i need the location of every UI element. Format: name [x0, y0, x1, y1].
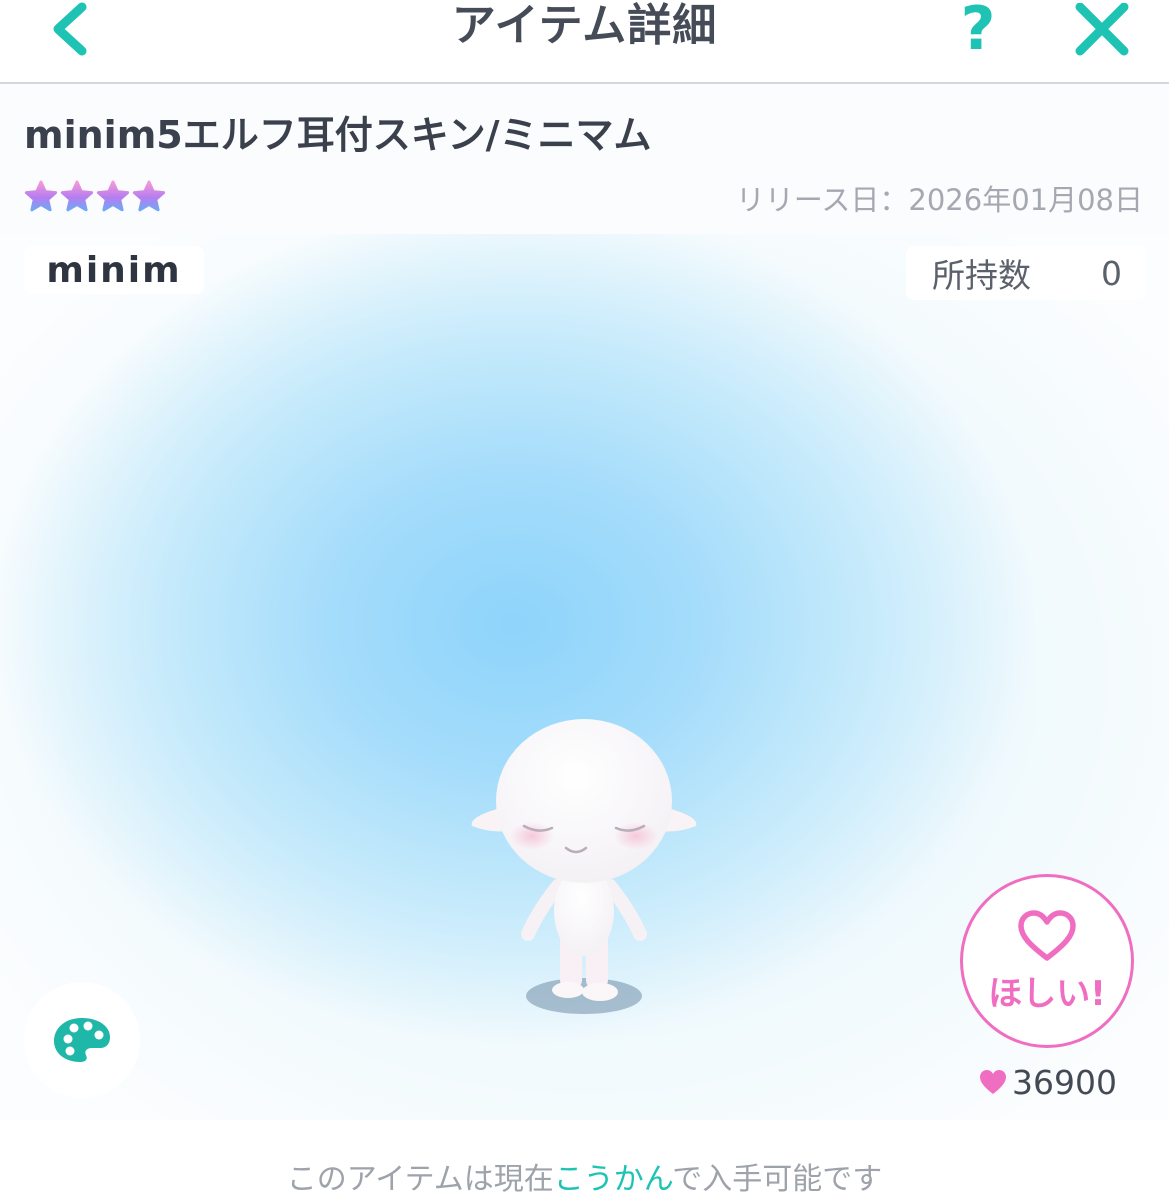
- availability-suffix: で入手可能です: [672, 1162, 883, 1197]
- item-name: minim5エルフ耳付スキン/ミニマム: [24, 113, 652, 157]
- top-bar: アイテム詳細 ?: [0, 0, 1169, 84]
- avatar-preview: [471, 719, 697, 1014]
- wish-button-label: ほしい!: [988, 973, 1106, 1014]
- rarity-stars: [24, 180, 166, 216]
- availability-message: このアイテムは現在こうかんで入手可能です: [0, 1154, 1169, 1198]
- star-icon: [132, 180, 166, 212]
- item-preview-stage: minim 所持数 0 ほしい! 36900: [0, 234, 1169, 1120]
- palette-icon: [54, 1018, 110, 1062]
- star-icon: [24, 180, 58, 212]
- availability-footer: このアイテムは現在こうかんで入手可能です: [0, 1120, 1169, 1197]
- owned-count-box: 所持数 0: [906, 246, 1146, 300]
- item-info: minim5エルフ耳付スキン/ミニマム リリース日：2026年01月08日: [0, 84, 1169, 234]
- release-date: リリース日：2026年01月08日: [735, 183, 1143, 217]
- wish-count: 36900: [978, 1062, 1117, 1102]
- heart-icon: [980, 1070, 1006, 1094]
- close-icon: [1075, 3, 1129, 56]
- availability-prefix: このアイテムは現在: [286, 1162, 554, 1197]
- help-button[interactable]: ?: [950, 0, 1006, 62]
- owned-count: 0: [1101, 253, 1122, 293]
- star-icon: [96, 180, 130, 212]
- wish-button[interactable]: ほしい!: [960, 874, 1134, 1048]
- wish-count-value: 36900: [1012, 1062, 1117, 1102]
- heart-outline-icon: [1018, 909, 1076, 961]
- color-palette-button[interactable]: [24, 982, 140, 1098]
- close-button[interactable]: [1070, 0, 1134, 62]
- star-icon: [60, 180, 94, 212]
- brand-badge: minim: [24, 246, 204, 294]
- owned-label: 所持数: [932, 256, 1031, 295]
- exchange-link[interactable]: こうかん: [554, 1162, 673, 1197]
